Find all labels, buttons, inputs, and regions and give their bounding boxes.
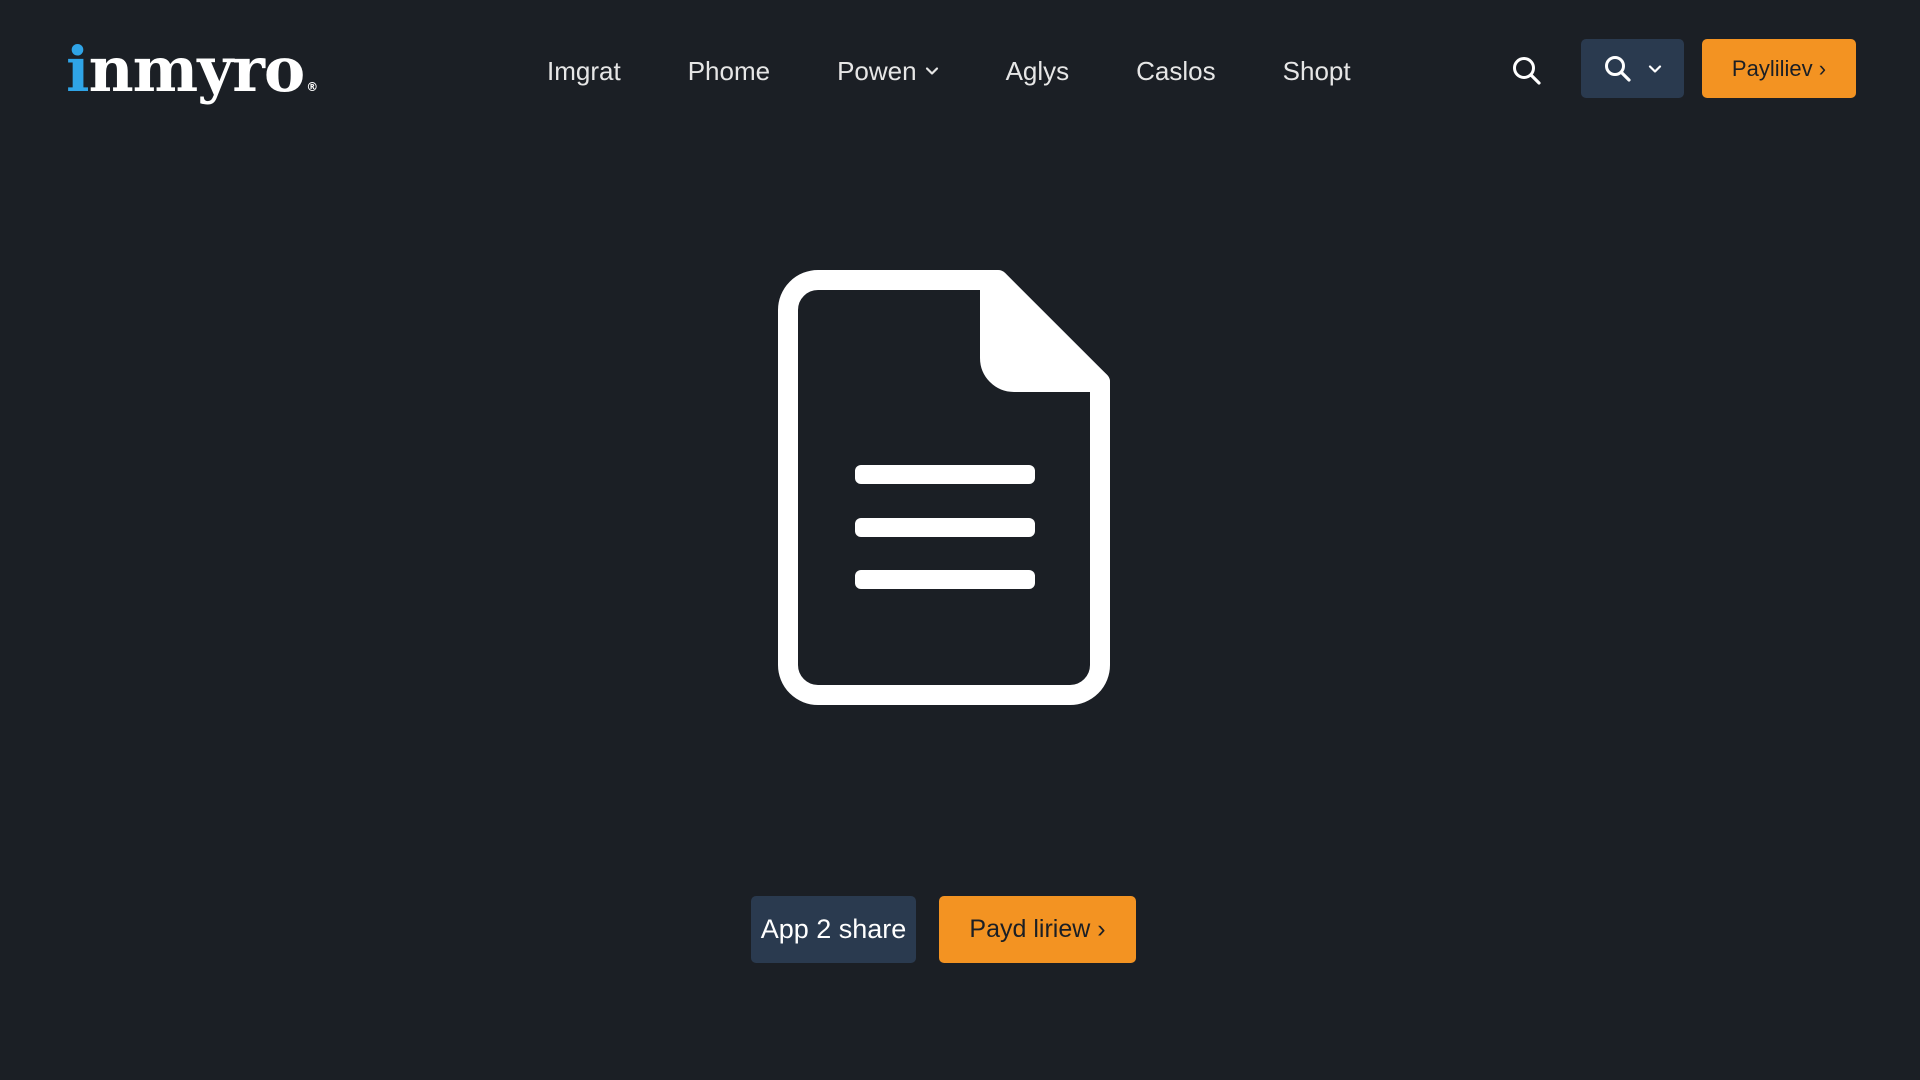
document-icon bbox=[778, 270, 1110, 705]
search-icon bbox=[1513, 57, 1541, 85]
header-cta-button[interactable]: Payliliev › bbox=[1702, 39, 1856, 98]
brand-logo[interactable]: inmyro ® bbox=[66, 30, 318, 127]
nav-item-caslos[interactable]: Caslos bbox=[1136, 56, 1215, 87]
action-buttons: App 2 share Payd liriew › bbox=[751, 896, 1136, 963]
app-share-button[interactable]: App 2 share bbox=[751, 896, 916, 963]
search-button[interactable] bbox=[1510, 54, 1544, 88]
nav-item-label: Powen bbox=[837, 55, 917, 86]
nav-item-label: Aglys bbox=[1005, 55, 1070, 86]
nav-item-label: Phome bbox=[687, 55, 771, 86]
nav-item-shopt[interactable]: Shopt bbox=[1283, 56, 1351, 87]
nav-item-label: Imgrat bbox=[547, 55, 621, 86]
main-nav: Imgrat Phome Powen Aglys Caslos Shopt bbox=[547, 50, 1351, 92]
payd-liriew-button[interactable]: Payd liriew › bbox=[939, 896, 1136, 963]
search-icon bbox=[1604, 55, 1631, 82]
top-header: inmyro® Imgrat Phome Powen Aglys Caslos bbox=[0, 0, 1920, 140]
logo-text: nmyro bbox=[88, 33, 306, 106]
nav-item-aglys[interactable]: Aglys bbox=[1006, 56, 1070, 87]
nav-item-label: Caslos bbox=[1136, 55, 1216, 86]
logo-accent-letter: i bbox=[66, 33, 90, 106]
nav-item-phome[interactable]: Phome bbox=[688, 56, 770, 87]
logo-registered-mark: ® bbox=[306, 80, 318, 94]
nav-item-powen[interactable]: Powen bbox=[837, 56, 939, 87]
page: inmyro® Imgrat Phome Powen Aglys Caslos bbox=[0, 0, 1920, 1080]
chevron-down-icon bbox=[925, 67, 938, 75]
search-dropdown-button[interactable] bbox=[1581, 39, 1684, 98]
nav-item-imgrat[interactable]: Imgrat bbox=[547, 56, 621, 87]
chevron-down-icon bbox=[1648, 64, 1661, 73]
nav-item-label: Shopt bbox=[1282, 55, 1351, 86]
